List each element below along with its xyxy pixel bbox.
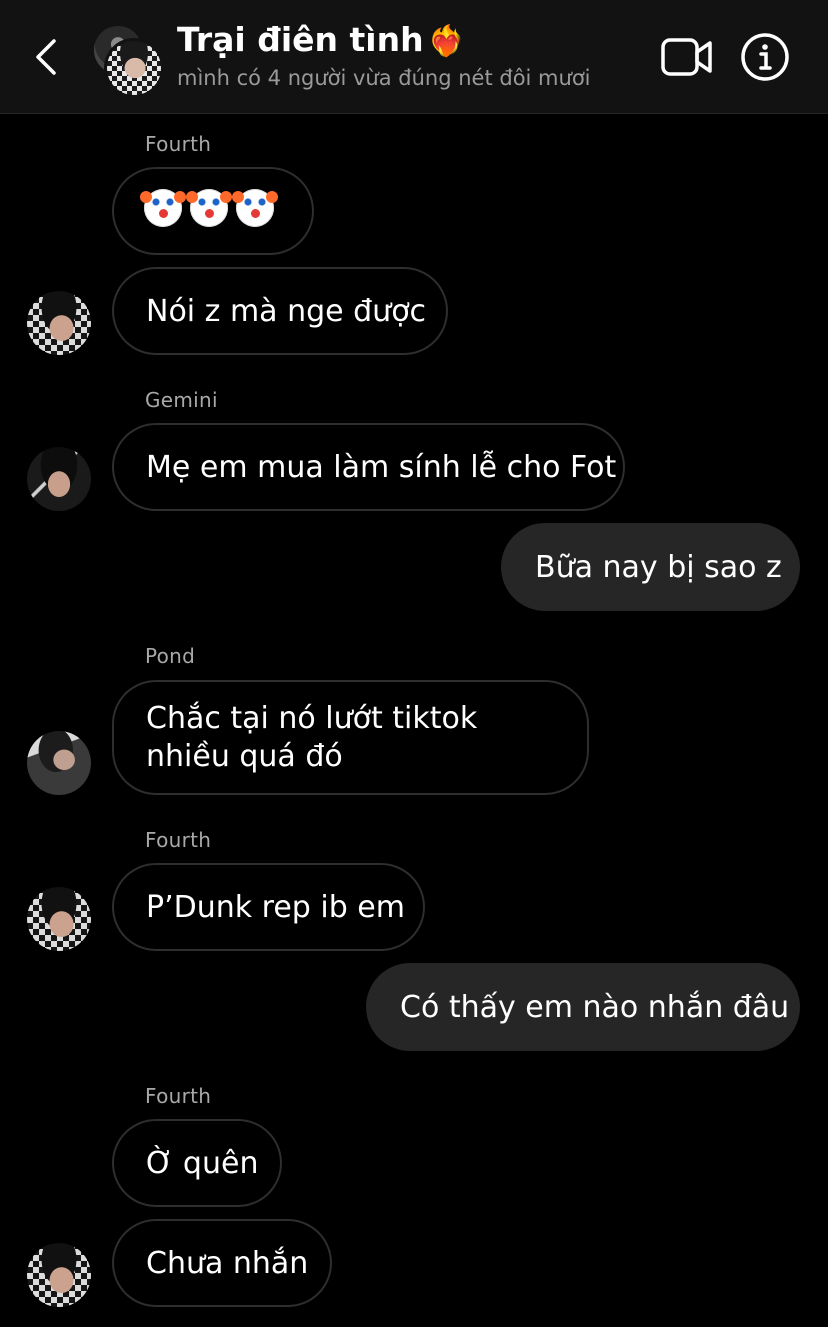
clown-face-emoji bbox=[232, 189, 278, 227]
chat-header: Trại điên tình ❤️‍🔥 mình có 4 người vừa đ… bbox=[0, 0, 828, 114]
group-title: Trại điên tình ❤️‍🔥 bbox=[177, 20, 647, 62]
chevron-left-icon bbox=[36, 39, 56, 75]
avatar-pond[interactable] bbox=[27, 731, 91, 795]
clown-face-emoji bbox=[186, 189, 232, 227]
heart-on-fire-emoji: ❤️‍🔥 bbox=[427, 24, 465, 59]
info-icon bbox=[741, 33, 789, 81]
message-bubble[interactable] bbox=[112, 167, 314, 255]
outgoing-message-bubble[interactable]: Có thấy em nào nhắn đâu bbox=[366, 963, 800, 1051]
sender-name: Pond bbox=[145, 644, 196, 668]
message-bubble[interactable]: P’Dunk rep ib em bbox=[112, 863, 425, 951]
sender-name: Fourth bbox=[145, 828, 212, 852]
group-avatar[interactable] bbox=[90, 24, 164, 98]
message-bubble[interactable]: Chưa nhắn bbox=[112, 1219, 332, 1307]
video-camera-icon bbox=[661, 38, 712, 76]
avatar-gemini[interactable] bbox=[27, 447, 91, 511]
info-button[interactable] bbox=[740, 32, 790, 82]
group-title-text: Trại điên tình bbox=[177, 20, 424, 59]
chat-title-block[interactable]: Trại điên tình ❤️‍🔥 mình có 4 người vừa đ… bbox=[177, 20, 647, 92]
sender-name: Fourth bbox=[145, 1084, 212, 1108]
group-subtitle: mình có 4 người vừa đúng nét đôi mươi bbox=[177, 66, 591, 90]
sender-name: Fourth bbox=[145, 132, 212, 156]
clown-emoji-row bbox=[140, 189, 282, 227]
message-bubble[interactable]: Mẹ em mua làm sính lễ cho Fot bbox=[112, 423, 625, 511]
message-bubble[interactable]: Chắc tại nó lướt tiktok nhiều quá đó bbox=[112, 680, 589, 795]
clown-face-emoji bbox=[140, 189, 186, 227]
sender-name: Gemini bbox=[145, 388, 218, 412]
group-avatar-member-2 bbox=[104, 38, 164, 98]
outgoing-message-bubble[interactable]: Bữa nay bị sao z bbox=[501, 523, 800, 611]
avatar-fourth[interactable] bbox=[27, 1243, 91, 1307]
message-bubble[interactable]: Nói z mà nge được bbox=[112, 267, 448, 355]
avatar-fourth[interactable] bbox=[27, 887, 91, 951]
chat-screen: Trại điên tình ❤️‍🔥 mình có 4 người vừa đ… bbox=[0, 0, 828, 1327]
message-bubble[interactable]: Ờ quên bbox=[112, 1119, 282, 1207]
video-call-button[interactable] bbox=[660, 34, 714, 80]
avatar-fourth[interactable] bbox=[27, 291, 91, 355]
back-button[interactable] bbox=[24, 33, 68, 81]
